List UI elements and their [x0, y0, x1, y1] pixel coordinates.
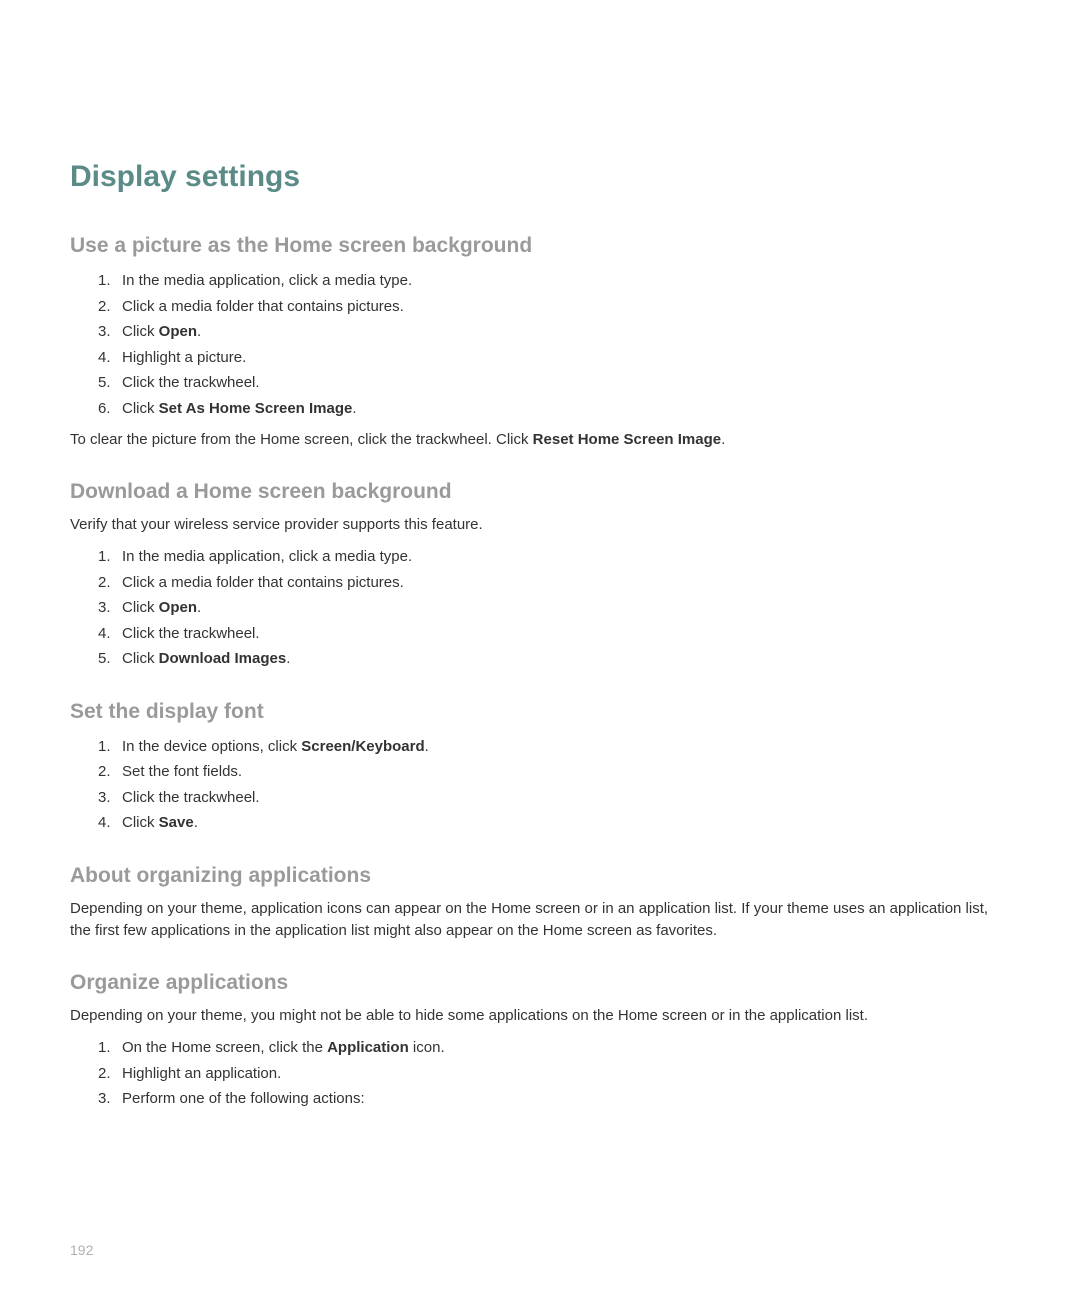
list-item: Highlight an application. — [98, 1061, 1010, 1087]
step-suffix: icon. — [409, 1039, 445, 1056]
section-steps: In the device options, click Screen/Keyb… — [70, 734, 1010, 836]
page-number: 192 — [70, 1242, 93, 1258]
step-bold: Application — [327, 1039, 409, 1056]
section-note: To clear the picture from the Home scree… — [70, 429, 1010, 452]
step-suffix: . — [286, 650, 290, 667]
list-item: On the Home screen, click the Applicatio… — [98, 1035, 1010, 1061]
list-item: Click Set As Home Screen Image. — [98, 396, 1010, 422]
list-item: Click a media folder that contains pictu… — [98, 570, 1010, 596]
list-item: Click Open. — [98, 595, 1010, 621]
main-title: Display settings — [70, 160, 1010, 194]
list-item: Set the font fields. — [98, 759, 1010, 785]
section-title-download: Download a Home screen background — [70, 480, 1010, 504]
list-item: Highlight a picture. — [98, 345, 1010, 371]
section-intro: Depending on your theme, you might not b… — [70, 1005, 1010, 1028]
step-prefix: Click — [122, 650, 159, 667]
list-item: Click Save. — [98, 810, 1010, 836]
step-suffix: . — [197, 599, 201, 616]
list-item: Click the trackwheel. — [98, 621, 1010, 647]
section-steps: In the media application, click a media … — [70, 268, 1010, 421]
step-bold: Open — [159, 323, 197, 340]
note-bold: Reset Home Screen Image — [533, 431, 721, 448]
step-suffix: . — [352, 400, 356, 417]
list-item: In the media application, click a media … — [98, 544, 1010, 570]
step-prefix: Click — [122, 599, 159, 616]
step-prefix: Click — [122, 323, 159, 340]
step-suffix: . — [425, 738, 429, 755]
section-intro: Verify that your wireless service provid… — [70, 514, 1010, 537]
step-suffix: . — [194, 814, 198, 831]
step-prefix: In the device options, click — [122, 738, 301, 755]
list-item: Click a media folder that contains pictu… — [98, 294, 1010, 320]
section-title-use-picture: Use a picture as the Home screen backgro… — [70, 234, 1010, 258]
step-bold: Screen/Keyboard — [301, 738, 424, 755]
section-title-about-organizing: About organizing applications — [70, 864, 1010, 888]
step-prefix: Click — [122, 400, 159, 417]
step-bold: Set As Home Screen Image — [159, 400, 353, 417]
list-item: In the device options, click Screen/Keyb… — [98, 734, 1010, 760]
step-bold: Save — [159, 814, 194, 831]
list-item: In the media application, click a media … — [98, 268, 1010, 294]
section-steps: On the Home screen, click the Applicatio… — [70, 1035, 1010, 1112]
note-prefix: To clear the picture from the Home scree… — [70, 431, 533, 448]
step-bold: Download Images — [159, 650, 287, 667]
section-title-set-font: Set the display font — [70, 700, 1010, 724]
note-suffix: . — [721, 431, 725, 448]
section-title-organize: Organize applications — [70, 971, 1010, 995]
list-item: Click Download Images. — [98, 646, 1010, 672]
step-prefix: Click — [122, 814, 159, 831]
list-item: Perform one of the following actions: — [98, 1086, 1010, 1112]
list-item: Click Open. — [98, 319, 1010, 345]
list-item: Click the trackwheel. — [98, 370, 1010, 396]
step-suffix: . — [197, 323, 201, 340]
step-prefix: On the Home screen, click the — [122, 1039, 327, 1056]
step-bold: Open — [159, 599, 197, 616]
section-intro: Depending on your theme, application ico… — [70, 898, 1010, 943]
section-steps: In the media application, click a media … — [70, 544, 1010, 672]
list-item: Click the trackwheel. — [98, 785, 1010, 811]
